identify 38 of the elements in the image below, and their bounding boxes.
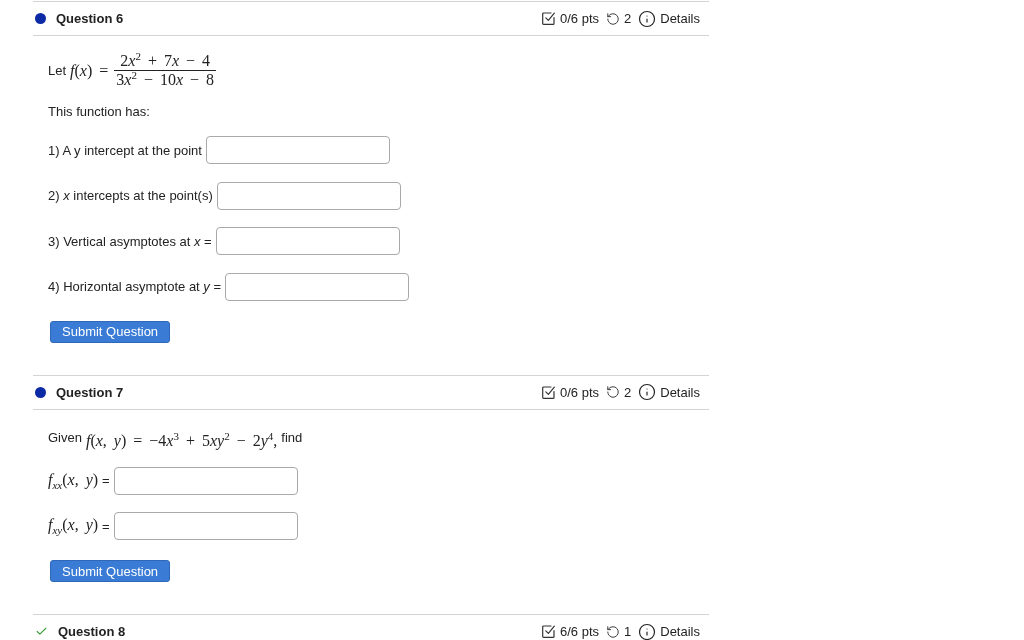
question-prompt: Let f(x) = 2x$^{2}$ + 7x − 4 3x$^{2}$ − 10x − 8 — [48, 52, 217, 89]
answer-field[interactable] — [113, 512, 298, 541]
details-link[interactable]: Details — [660, 11, 700, 26]
points-score: 0/6 pts — [560, 11, 599, 26]
answer-field[interactable] — [113, 466, 298, 495]
details-link[interactable]: Details — [660, 384, 700, 400]
submit-button[interactable]: Submit Question — [50, 560, 171, 583]
answer-label: f$_{xx}$(x, y) = — [48, 470, 110, 491]
points-score: 6/6 pts — [560, 624, 599, 640]
retry-icon — [606, 385, 620, 399]
answer-field[interactable] — [205, 136, 390, 164]
info-icon[interactable] — [638, 383, 657, 401]
attempts-count: 1 — [624, 624, 632, 640]
answer-field[interactable] — [225, 272, 410, 301]
check-square-icon — [542, 625, 555, 639]
attempts-count: 2 — [624, 384, 632, 400]
question-title: Question 8 — [58, 624, 126, 640]
info-icon[interactable] — [638, 622, 657, 640]
check-square-icon — [542, 385, 555, 399]
points-score: 0/6 pts — [560, 384, 599, 400]
check-square-icon — [542, 12, 555, 25]
attempts-count: 2 — [624, 11, 632, 26]
answer-label: 2) x intercepts at the point(s) — [48, 188, 213, 203]
answer-label: 1) A y intercept at the point — [48, 142, 202, 158]
answer-label: 3) Vertical asymptotes at x = — [48, 233, 212, 249]
info-icon[interactable] — [638, 9, 657, 28]
retry-icon — [606, 624, 620, 639]
question-title: Question 7 — [56, 384, 124, 400]
question-title: Question 6 — [56, 11, 124, 26]
question-text: This function has: — [48, 104, 150, 120]
question-prompt: Given f(x, y) = −4x$^{3}$ + 5xy$^{2}$ − 2y$^{4}$, find — [48, 428, 303, 451]
answer-label: f$_{xy}$(x, y) = — [48, 516, 110, 537]
retry-icon — [606, 11, 620, 26]
answer-field[interactable] — [216, 181, 401, 210]
answer-label: 4) Horizontal asymptote at y = — [48, 279, 222, 294]
submit-button[interactable]: Submit Question — [50, 320, 171, 343]
details-link[interactable]: Details — [660, 624, 700, 640]
answer-field[interactable] — [215, 227, 400, 255]
